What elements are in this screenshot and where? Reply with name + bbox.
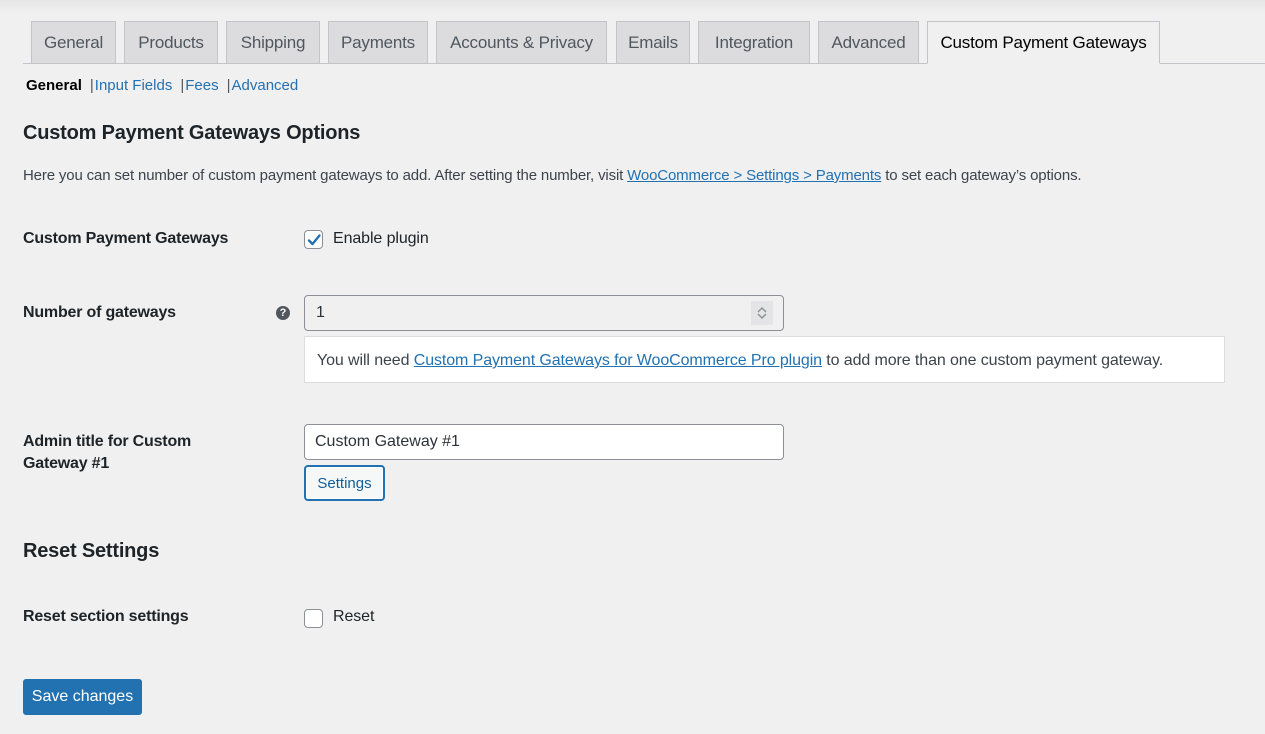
admin-title-label: Admin title for Custom Gateway #1 — [23, 433, 192, 472]
tab-payments[interactable]: Payments — [328, 21, 428, 63]
subnav-general: General — [26, 77, 82, 94]
top-shadow — [0, 0, 1265, 14]
enable-plugin-checkbox-label[interactable]: Enable plugin — [333, 230, 429, 248]
description-text: to set each gateway’s options. — [881, 167, 1082, 184]
settings-tabs: General Products Shipping Payments Accou… — [23, 21, 1265, 64]
payments-settings-link[interactable]: WooCommerce > Settings > Payments — [627, 167, 881, 184]
pro-plugin-notice: You will need Custom Payment Gateways fo… — [304, 336, 1225, 383]
tab-shipping[interactable]: Shipping — [226, 21, 320, 63]
tab-accounts-privacy[interactable]: Accounts & Privacy — [436, 21, 607, 63]
section-description: Here you can set number of custom paymen… — [23, 167, 1082, 184]
reset-section-label: Reset section settings — [23, 608, 189, 625]
section-title: Custom Payment Gateways Options — [23, 122, 361, 144]
tab-label: Advanced — [831, 32, 906, 52]
tab-emails[interactable]: Emails — [616, 21, 690, 63]
spinner-up-icon[interactable] — [757, 306, 767, 313]
save-changes-button[interactable]: Save changes — [23, 679, 142, 715]
subnav-separator: | — [180, 77, 185, 94]
reset-settings-title: Reset Settings — [23, 540, 160, 562]
tab-label: Emails — [628, 32, 678, 52]
tab-label: Accounts & Privacy — [450, 32, 593, 52]
enable-plugin-checkbox[interactable] — [304, 230, 323, 249]
tab-label: Integration — [714, 32, 794, 52]
number-input-value: 1 — [316, 304, 325, 321]
notice-text: You will need — [317, 352, 414, 369]
subnav-input-fields[interactable]: Input Fields — [95, 77, 173, 94]
tab-advanced[interactable]: Advanced — [818, 21, 919, 63]
pro-plugin-link[interactable]: Custom Payment Gateways for WooCommerce … — [414, 352, 822, 369]
enable-plugin-label: Custom Payment Gateways — [23, 230, 229, 247]
notice-text: to add more than one custom payment gate… — [821, 352, 1164, 369]
number-spinner[interactable] — [751, 301, 773, 325]
subnav-fees[interactable]: Fees — [185, 77, 218, 94]
tab-custom-payment-gateways[interactable]: Custom Payment Gateways — [927, 21, 1160, 64]
section-subnav: General | Input Fields | Fees | Advanced — [26, 77, 298, 94]
tab-label: Products — [138, 32, 204, 52]
admin-title-input[interactable]: Custom Gateway #1 — [304, 424, 784, 460]
description-text: Here you can set number of custom paymen… — [23, 167, 628, 184]
tab-label: General — [43, 32, 104, 52]
question-circle-icon[interactable]: ? — [276, 306, 290, 320]
tab-label: Payments — [341, 32, 415, 52]
checkmark-icon — [307, 234, 321, 246]
reset-checkbox[interactable] — [304, 609, 323, 628]
subnav-separator: | — [89, 77, 94, 94]
tab-integration[interactable]: Integration — [698, 21, 810, 63]
tab-products[interactable]: Products — [124, 21, 218, 63]
tab-label: Shipping — [240, 32, 306, 52]
gateway-settings-button[interactable]: Settings — [304, 465, 385, 501]
admin-title-value: Custom Gateway #1 — [315, 433, 460, 450]
number-of-gateways-input[interactable]: 1 — [304, 295, 784, 331]
subnav-separator: | — [226, 77, 231, 94]
spinner-down-icon[interactable] — [757, 313, 767, 320]
number-of-gateways-label: Number of gateways — [23, 304, 176, 321]
tab-general[interactable]: General — [31, 21, 116, 63]
tab-label: Custom Payment Gateways — [940, 32, 1147, 52]
reset-checkbox-label[interactable]: Reset — [333, 608, 374, 626]
subnav-advanced[interactable]: Advanced — [232, 77, 299, 94]
